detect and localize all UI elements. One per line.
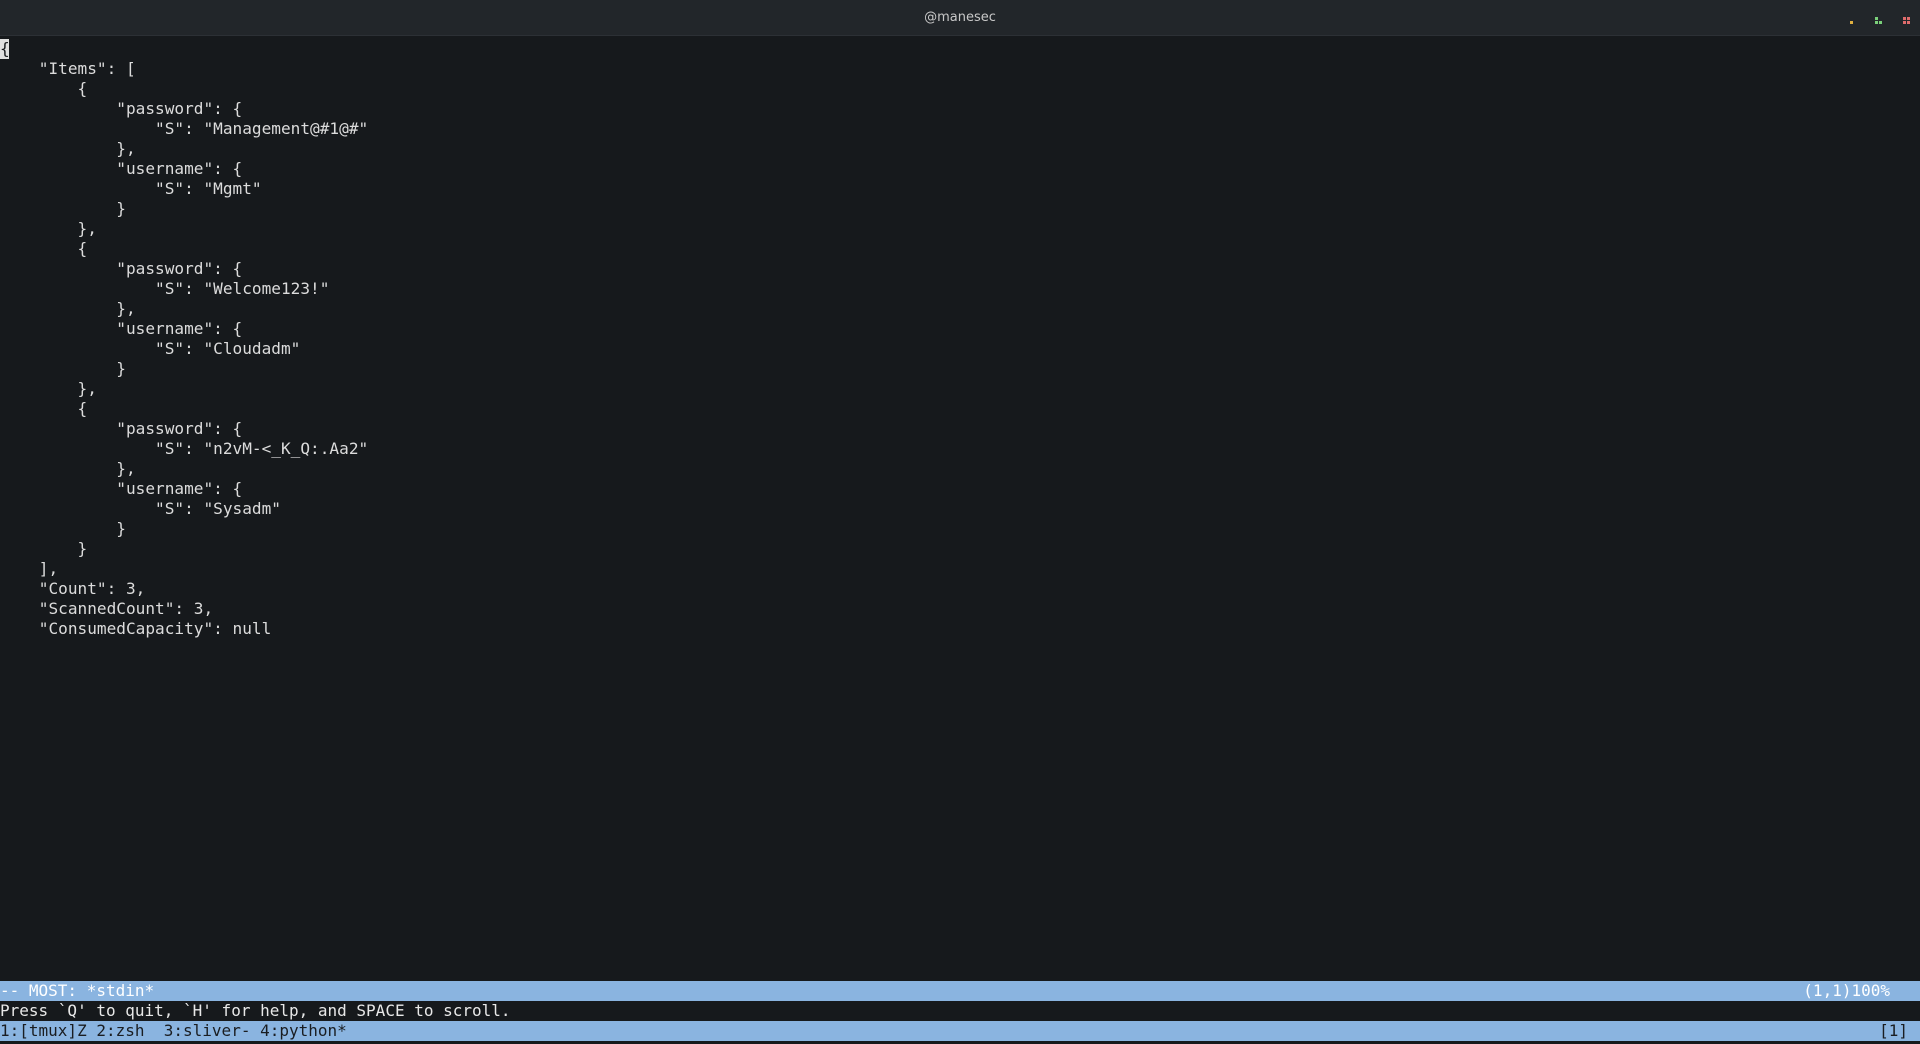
terminal-line: "ConsumedCapacity": null: [0, 619, 272, 638]
tmux-status-bar: 1:[tmux]Z 2:zsh 3:sliver- 4:python* [1]: [0, 1021, 1920, 1041]
terminal-line: {: [0, 399, 88, 418]
terminal-line: "S": "n2vM-<_K_Q:.Aa2": [0, 439, 369, 458]
terminal-line: },: [0, 459, 136, 478]
terminal-line: "username": {: [0, 479, 243, 498]
terminal-line: ],: [0, 559, 59, 578]
pager-status-bar: -- MOST: *stdin* (1,1)100%: [0, 981, 1920, 1001]
terminal-line: "password": {: [0, 419, 243, 438]
terminal-line: "Items": [: [0, 59, 136, 78]
terminal-line: "username": {: [0, 319, 243, 338]
terminal-line: {: [0, 239, 88, 258]
minimize-icon[interactable]: [1846, 14, 1856, 24]
terminal-line: "Count": 3,: [0, 579, 146, 598]
terminal-line: "ScannedCount": 3,: [0, 599, 214, 618]
terminal-line: {: [0, 79, 88, 98]
terminal-line: }: [0, 359, 126, 378]
tmux-window-list[interactable]: 1:[tmux]Z 2:zsh 3:sliver- 4:python*: [0, 1021, 347, 1041]
terminal-line: }: [0, 519, 126, 538]
terminal-line: "S": "Management@#1@#": [0, 119, 369, 138]
terminal-line: },: [0, 299, 136, 318]
terminal-line: "S": "Cloudadm": [0, 339, 301, 358]
terminal-window: @manesec { "Items": [ { "password": {"S…: [0, 0, 1920, 1044]
maximize-icon[interactable]: [1874, 14, 1884, 24]
terminal-line: },: [0, 219, 97, 238]
pager-prompt: Press `Q' to quit, `H' for help, and SPA…: [0, 1001, 1920, 1021]
terminal-line: "S": "Welcome123!": [0, 279, 330, 298]
pager-content[interactable]: { "Items": [ { "password": { "S": "Manag…: [0, 38, 1920, 980]
terminal-line: "password": {: [0, 259, 243, 278]
text-cursor: {: [0, 39, 10, 59]
pager-position: (1,1)100%: [1803, 981, 1890, 1000]
close-icon[interactable]: [1902, 14, 1912, 24]
window-title: @manesec: [924, 10, 996, 25]
terminal-line: "S": "Sysadm": [0, 499, 281, 518]
terminal-line: },: [0, 379, 97, 398]
title-bar[interactable]: @manesec: [0, 0, 1920, 36]
window-controls: [1846, 12, 1912, 24]
terminal-line: }: [0, 539, 88, 558]
tmux-session-indicator: [1]: [1879, 1021, 1908, 1040]
pager-mode: -- MOST: *stdin*: [0, 981, 155, 1000]
terminal-line: "username": {: [0, 159, 243, 178]
terminal-line: "password": {: [0, 99, 243, 118]
terminal-line-0: {: [0, 39, 10, 59]
terminal-line: "S": "Mgmt": [0, 179, 262, 198]
terminal-line: },: [0, 139, 136, 158]
terminal-line: }: [0, 199, 126, 218]
